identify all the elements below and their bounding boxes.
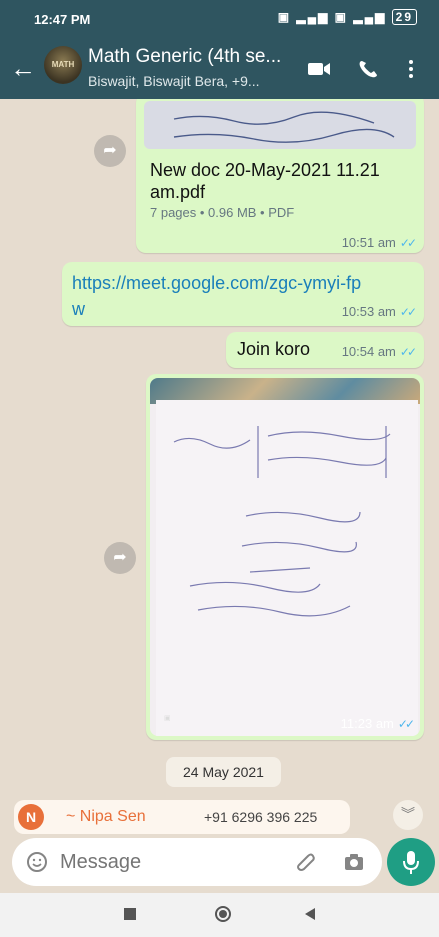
message-meta: 10:51 am ✓✓: [341, 235, 417, 250]
link-message[interactable]: https://meet.google.com/zgc-ymyi-fpw 10:…: [62, 262, 424, 326]
meet-link[interactable]: https://meet.google.com/zgc-ymyi-fpw: [72, 270, 372, 322]
photo-message[interactable]: ▣ 11:23 am ✓✓: [146, 374, 424, 740]
forward-icon[interactable]: ➦: [94, 135, 126, 167]
status-icons: ▣ ▂▄▆ ▣ ▂▄▆ 29: [278, 9, 417, 25]
recent-apps-icon[interactable]: [124, 908, 136, 920]
status-bar: 12:47 PM ▣ ▂▄▆ ▣ ▂▄▆ 29: [0, 0, 439, 34]
message-time: 10:51 am: [341, 235, 396, 250]
read-ticks-icon: ✓✓: [397, 717, 415, 731]
message-list[interactable]: New doc 20-May-2021 11.21 am.pdf 7 pages…: [0, 99, 439, 845]
sender-name: ~ Nipa Sen: [66, 808, 146, 825]
mention-suggestion[interactable]: ~ Nipa Sen +91 6296 396 225: [14, 800, 350, 834]
back-nav-icon[interactable]: [305, 908, 315, 920]
back-arrow-icon[interactable]: ←: [10, 55, 36, 81]
battery-level: 29: [391, 9, 417, 25]
message-composer: [12, 838, 382, 886]
document-info: 7 pages • 0.96 MB • PDF: [150, 205, 295, 220]
group-avatar[interactable]: MATH: [44, 46, 82, 84]
attach-icon[interactable]: [294, 850, 318, 874]
message-time: 10:53 am: [341, 304, 396, 319]
document-message[interactable]: New doc 20-May-2021 11.21 am.pdf 7 pages…: [136, 99, 424, 253]
home-icon[interactable]: [215, 906, 231, 922]
chat-header: 12:47 PM ▣ ▂▄▆ ▣ ▂▄▆ 29 ← MATH Math Gene…: [0, 0, 439, 99]
system-nav-bar: [0, 893, 439, 937]
sender-badge: N: [18, 804, 44, 830]
voice-call-icon[interactable]: [356, 58, 382, 80]
video-call-icon[interactable]: [306, 58, 332, 80]
more-options-icon[interactable]: [406, 58, 416, 80]
camera-icon[interactable]: [342, 850, 366, 874]
message-meta: 11:23 am ✓✓: [340, 716, 415, 731]
read-ticks-icon: ✓✓: [399, 305, 417, 319]
read-ticks-icon: ✓✓: [399, 236, 417, 250]
handwriting-drawing: [173, 426, 391, 617]
chat-subtitle[interactable]: Biswajit, Biswajit Bera, +9...: [88, 73, 298, 89]
message-time: 10:54 am: [341, 344, 396, 359]
emoji-icon[interactable]: [26, 851, 48, 873]
read-ticks-icon: ✓✓: [399, 345, 417, 359]
text-message[interactable]: Join koro 10:54 am ✓✓: [226, 332, 424, 368]
message-meta: 10:53 am ✓✓: [341, 304, 417, 319]
document-name: New doc 20-May-2021 11.21 am.pdf: [150, 160, 380, 202]
message-time: 11:23 am: [340, 716, 394, 731]
message-input[interactable]: [60, 848, 280, 876]
mic-icon: [403, 851, 419, 874]
message-text: Join koro: [237, 339, 311, 359]
chat-title[interactable]: Math Generic (4th se...: [88, 46, 298, 68]
forward-icon[interactable]: ➦: [104, 542, 136, 574]
photo-watermark: ▣: [164, 715, 171, 722]
document-preview[interactable]: [144, 101, 416, 149]
mic-button[interactable]: [387, 838, 435, 886]
message-meta: 10:54 am ✓✓: [341, 344, 417, 359]
photo-image[interactable]: ▣ 11:23 am ✓✓: [150, 378, 420, 736]
date-divider: 24 May 2021: [166, 757, 281, 787]
scroll-down-icon[interactable]: ︾: [393, 800, 423, 830]
sender-phone: +91 6296 396 225: [204, 809, 318, 825]
status-time: 12:47 PM: [34, 12, 91, 27]
